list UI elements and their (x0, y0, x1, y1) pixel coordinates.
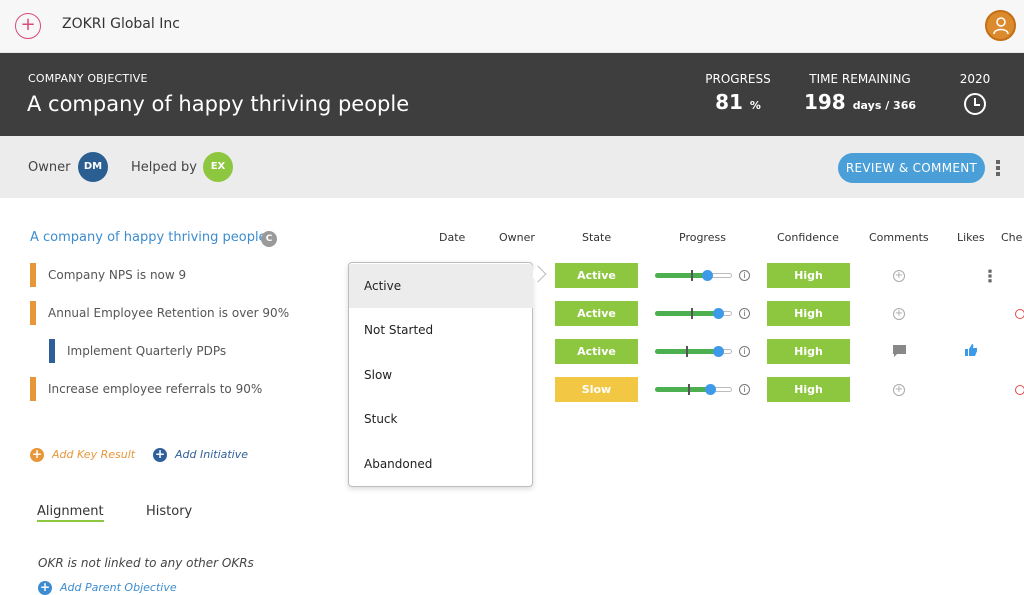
state-button[interactable]: Active (555, 301, 638, 326)
owner-label: Owner (28, 160, 71, 175)
progress-stat: PROGRESS 81 % (700, 72, 776, 114)
column-comments: Comments (869, 231, 929, 244)
state-dropdown: Active Not Started Slow Stuck Abandoned (348, 262, 547, 487)
add-initiative-link[interactable]: Add Initiative (175, 448, 248, 461)
row-more-icon[interactable] (988, 269, 992, 283)
progress-slider[interactable] (655, 384, 732, 395)
column-date: Date (439, 231, 466, 244)
column-progress: Progress (679, 231, 726, 244)
key-result-name[interactable]: Company NPS is now 9 (48, 268, 186, 282)
progress-slider[interactable] (655, 346, 732, 357)
check-icon[interactable] (1015, 385, 1024, 395)
more-options-icon[interactable] (996, 160, 1000, 176)
progress-label: PROGRESS (705, 72, 771, 86)
progress-slider[interactable] (655, 270, 732, 281)
user-avatar[interactable] (985, 10, 1016, 41)
time-value: 198 days / 366 (803, 90, 917, 114)
column-likes: Likes (957, 231, 985, 244)
year-stat: 2020 (950, 72, 1000, 86)
confidence-badge[interactable]: High (767, 377, 850, 402)
add-initiative-icon[interactable]: + (153, 448, 167, 462)
info-icon[interactable]: i (739, 308, 750, 319)
state-option-abandoned[interactable]: Abandoned (349, 442, 533, 486)
state-option-active[interactable]: Active (349, 264, 533, 308)
add-comment-icon[interactable]: + (893, 308, 905, 320)
info-icon[interactable]: i (739, 270, 750, 281)
objective-title: A company of happy thriving people (27, 92, 410, 116)
column-confidence: Confidence (777, 231, 839, 244)
state-option-not-started[interactable]: Not Started (349, 308, 533, 352)
key-result-marker (30, 263, 36, 287)
alignment-empty-text: OKR is not linked to any other OKRs (38, 556, 254, 570)
confidence-badge[interactable]: High (767, 301, 850, 326)
add-parent-icon[interactable]: + (38, 581, 52, 595)
owner-avatar[interactable]: DM (78, 152, 108, 182)
key-result-marker (30, 301, 36, 325)
add-comment-icon[interactable]: + (893, 384, 905, 396)
tab-history[interactable]: History (146, 504, 192, 519)
tab-alignment[interactable]: Alignment (37, 504, 104, 519)
time-label: TIME REMAINING (809, 72, 911, 86)
info-icon[interactable]: i (739, 384, 750, 395)
user-icon (993, 17, 1009, 35)
active-tab-indicator (37, 520, 104, 522)
initiative-marker (49, 339, 55, 363)
year-label: 2020 (959, 72, 991, 86)
key-result-name[interactable]: Annual Employee Retention is over 90% (48, 306, 289, 320)
add-parent-objective-link[interactable]: Add Parent Objective (60, 581, 177, 594)
comment-icon[interactable] (893, 345, 906, 357)
objective-header: COMPANY OBJECTIVE A company of happy thr… (0, 53, 1024, 136)
review-comment-button[interactable]: REVIEW & COMMENT (838, 153, 985, 183)
clock-icon[interactable] (964, 93, 986, 115)
key-result-name[interactable]: Increase employee referrals to 90% (48, 382, 262, 396)
info-icon[interactable]: i (739, 346, 750, 357)
time-remaining-stat: TIME REMAINING 198 days / 366 (800, 72, 920, 114)
state-button[interactable]: Active (555, 263, 638, 288)
helped-by-label: Helped by (131, 160, 197, 175)
add-comment-icon[interactable]: + (893, 270, 905, 282)
objective-link[interactable]: A company of happy thriving people (30, 230, 267, 245)
initiative-name[interactable]: Implement Quarterly PDPs (67, 344, 226, 358)
like-icon[interactable] (965, 344, 977, 356)
state-option-stuck[interactable]: Stuck (349, 397, 533, 441)
confidence-badge[interactable]: High (767, 263, 850, 288)
top-bar: + ZOKRI Global Inc (0, 0, 1024, 53)
column-state: State (582, 231, 612, 244)
check-icon[interactable] (1015, 309, 1024, 319)
objective-label: COMPANY OBJECTIVE (28, 72, 148, 85)
column-check: Che (1001, 231, 1023, 244)
key-result-marker (30, 377, 36, 401)
state-button[interactable]: Slow (555, 377, 638, 402)
helper-avatar[interactable]: EX (203, 152, 233, 182)
confidence-badge[interactable]: High (767, 339, 850, 364)
progress-value: 81 % (715, 90, 761, 114)
state-button[interactable]: Active (555, 339, 638, 364)
org-name[interactable]: ZOKRI Global Inc (62, 16, 180, 32)
progress-slider[interactable] (655, 308, 732, 319)
objective-badge: C (261, 231, 277, 247)
state-option-slow[interactable]: Slow (349, 353, 533, 397)
add-icon[interactable]: + (15, 13, 41, 39)
add-key-result-icon[interactable]: + (30, 448, 44, 462)
add-key-result-link[interactable]: Add Key Result (52, 448, 135, 461)
column-owner: Owner (499, 231, 535, 244)
